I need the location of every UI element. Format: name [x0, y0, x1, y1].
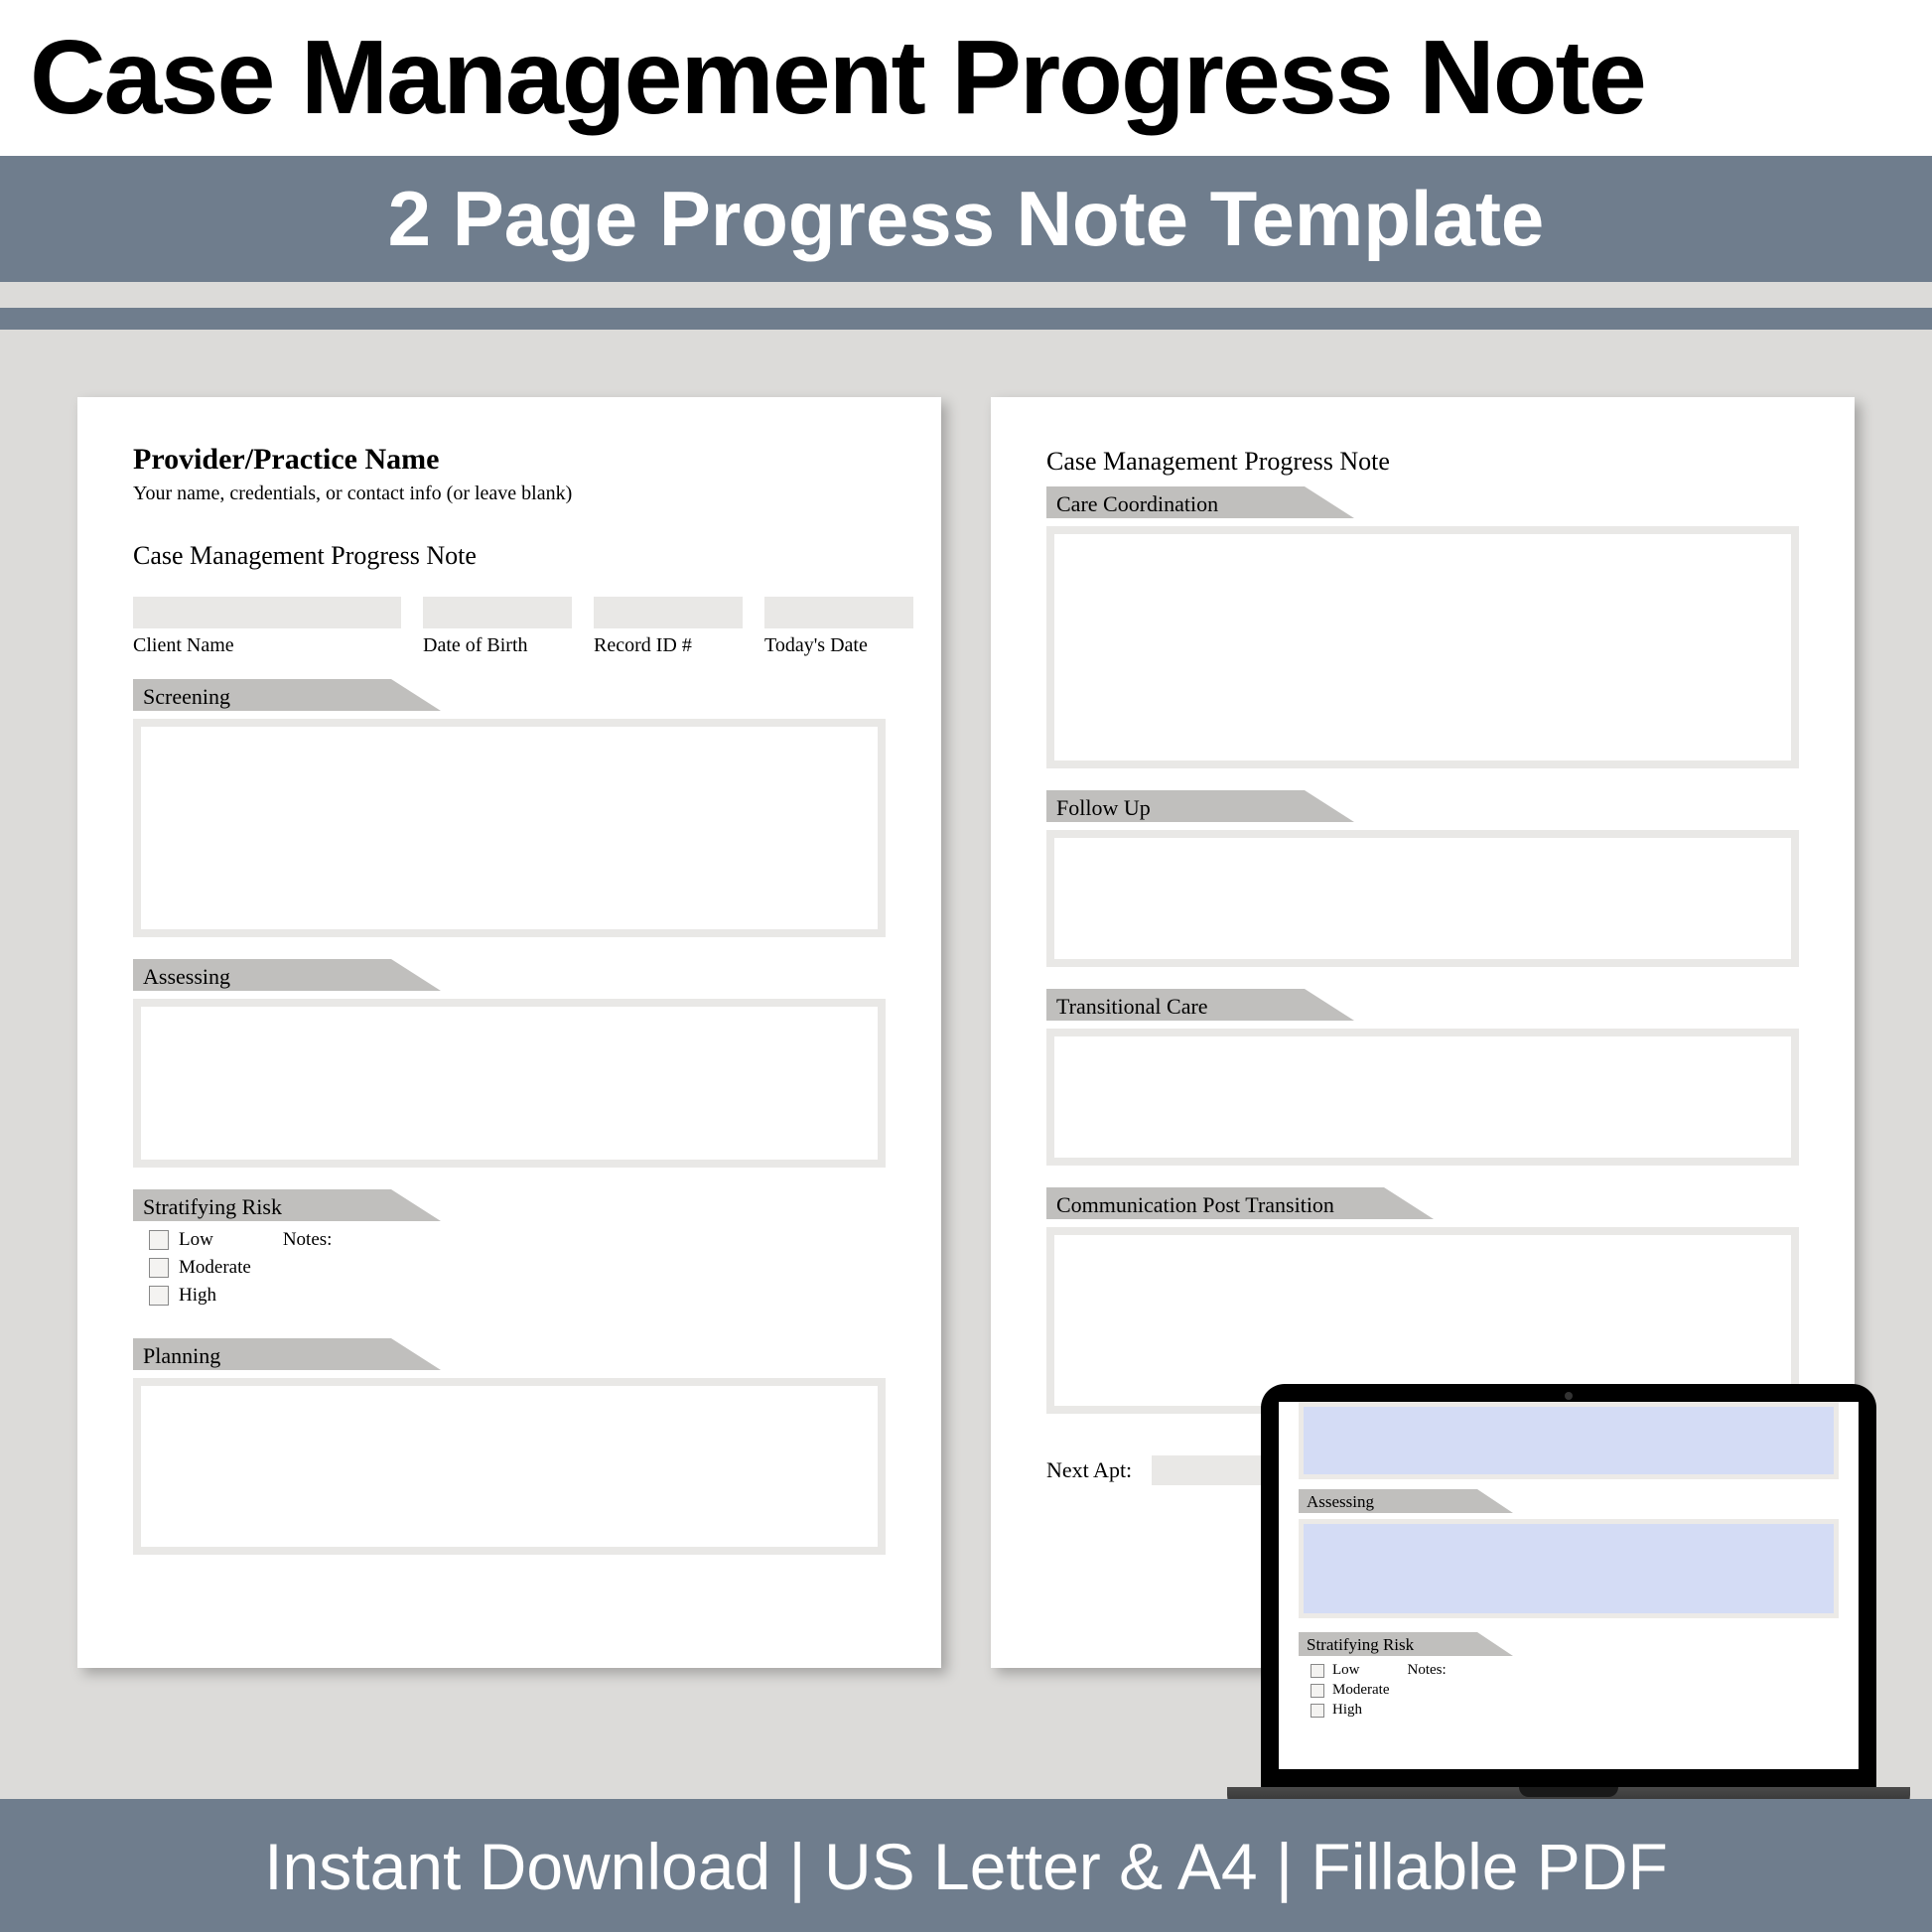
record-id-label: Record ID #: [594, 634, 743, 657]
tab-corner-icon: [1477, 1632, 1513, 1656]
risk-moderate-checkbox[interactable]: [149, 1258, 169, 1278]
care-coordination-label: Care Coordination: [1046, 486, 1305, 518]
assessing-label: Assessing: [133, 959, 391, 991]
assessing-section: Assessing: [133, 959, 886, 1168]
accent-divider: [0, 308, 1932, 330]
follow-up-section: Follow Up: [1046, 790, 1799, 967]
document-title: Case Management Progress Note: [133, 541, 886, 571]
tab-corner-icon: [1305, 989, 1354, 1021]
communication-label: Communication Post Transition: [1046, 1187, 1384, 1219]
risk-notes-label: Notes:: [283, 1229, 333, 1251]
screening-label: Screening: [133, 679, 391, 711]
client-name-input[interactable]: [133, 597, 401, 628]
todays-date-input[interactable]: [764, 597, 913, 628]
risk-low-label: Low: [179, 1229, 213, 1251]
client-info-row: Client Name Date of Birth Record ID # To…: [133, 597, 886, 657]
risk-high-label: High: [179, 1285, 216, 1307]
care-coordination-section: Care Coordination: [1046, 486, 1799, 768]
tab-corner-icon: [391, 679, 441, 711]
footer-text: Instant Download | US Letter & A4 | Fill…: [0, 1799, 1932, 1932]
tab-corner-icon: [1384, 1187, 1434, 1219]
tab-corner-icon: [391, 1338, 441, 1370]
communication-section: Communication Post Transition: [1046, 1187, 1799, 1414]
follow-up-textarea[interactable]: [1046, 830, 1799, 967]
dob-label: Date of Birth: [423, 634, 572, 657]
laptop-risk-low-checkbox: [1311, 1664, 1324, 1678]
tab-corner-icon: [1477, 1489, 1513, 1513]
transitional-section: Transitional Care: [1046, 989, 1799, 1166]
laptop-risk-low-label: Low: [1332, 1662, 1360, 1679]
laptop-assessing-label: Assessing: [1299, 1489, 1477, 1513]
provider-sub-text: Your name, credentials, or contact info …: [133, 483, 886, 505]
page-title: Case Management Progress Note: [0, 0, 1932, 156]
planning-label: Planning: [133, 1338, 391, 1370]
stratifying-label: Stratifying Risk: [133, 1189, 391, 1221]
tab-corner-icon: [391, 959, 441, 991]
laptop-inner-content: Assessing Stratifying Risk Low Notes: Mo…: [1279, 1402, 1859, 1769]
risk-high-checkbox[interactable]: [149, 1286, 169, 1306]
laptop-fillable-box: [1299, 1402, 1839, 1479]
laptop-mockup: Assessing Stratifying Risk Low Notes: Mo…: [1261, 1384, 1876, 1813]
planning-textarea[interactable]: [133, 1378, 886, 1555]
laptop-stratifying-label: Stratifying Risk: [1299, 1632, 1477, 1656]
tab-corner-icon: [1305, 790, 1354, 822]
care-coordination-textarea[interactable]: [1046, 526, 1799, 768]
planning-section: Planning: [133, 1338, 886, 1555]
laptop-risk-high-label: High: [1332, 1702, 1362, 1719]
page-subtitle: 2 Page Progress Note Template: [0, 156, 1932, 282]
provider-name-heading: Provider/Practice Name: [133, 443, 886, 477]
stratifying-section: Stratifying Risk Low Notes: Moderate Hig…: [133, 1189, 886, 1316]
laptop-risk-moderate-label: Moderate: [1332, 1682, 1389, 1699]
laptop-risk-high-checkbox: [1311, 1704, 1324, 1718]
assessing-textarea[interactable]: [133, 999, 886, 1168]
transitional-label: Transitional Care: [1046, 989, 1305, 1021]
follow-up-label: Follow Up: [1046, 790, 1305, 822]
laptop-risk-notes-label: Notes:: [1408, 1662, 1447, 1679]
laptop-screen: Assessing Stratifying Risk Low Notes: Mo…: [1261, 1384, 1876, 1787]
template-page-1: Provider/Practice Name Your name, creden…: [77, 397, 941, 1668]
laptop-assessing-box: [1299, 1519, 1839, 1618]
document-title-p2: Case Management Progress Note: [1046, 447, 1799, 477]
dob-input[interactable]: [423, 597, 572, 628]
client-name-label: Client Name: [133, 634, 401, 657]
tab-corner-icon: [1305, 486, 1354, 518]
next-apt-label: Next Apt:: [1046, 1457, 1132, 1483]
screening-section: Screening: [133, 679, 886, 937]
tab-corner-icon: [391, 1189, 441, 1221]
laptop-risk-moderate-checkbox: [1311, 1684, 1324, 1698]
transitional-textarea[interactable]: [1046, 1029, 1799, 1166]
risk-moderate-label: Moderate: [179, 1257, 251, 1279]
record-id-input[interactable]: [594, 597, 743, 628]
todays-date-label: Today's Date: [764, 634, 913, 657]
risk-low-checkbox[interactable]: [149, 1230, 169, 1250]
screening-textarea[interactable]: [133, 719, 886, 937]
